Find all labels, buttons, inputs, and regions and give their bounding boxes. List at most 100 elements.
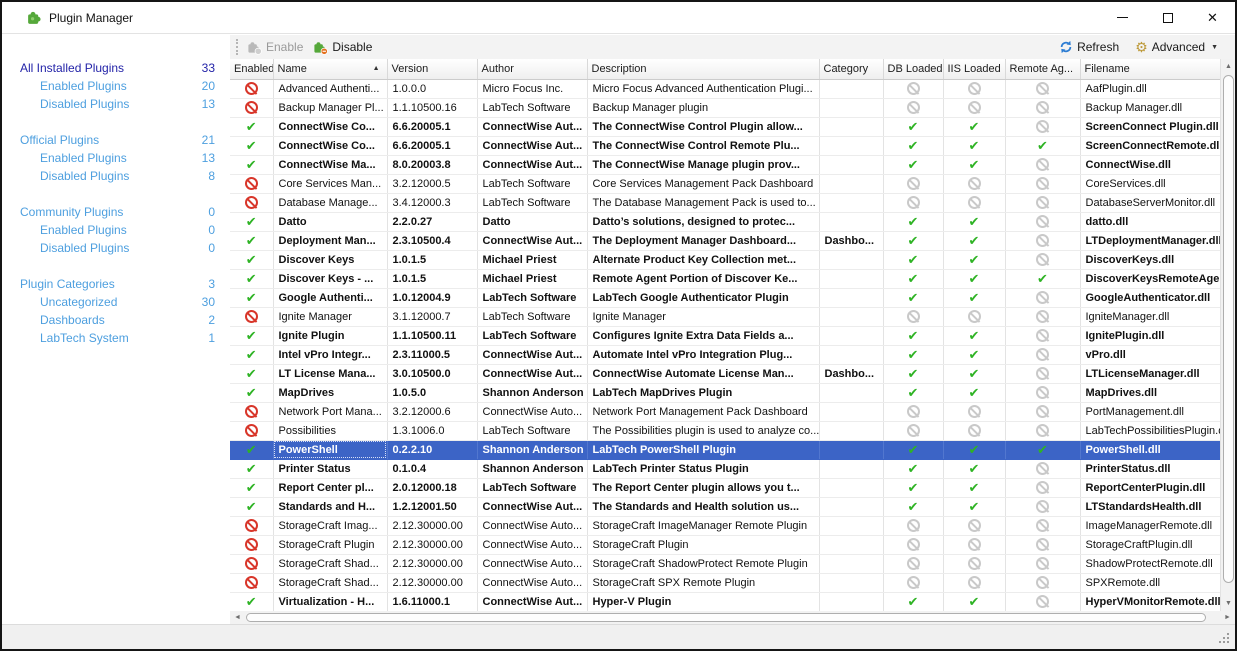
vertical-scrollbar[interactable]: ▲ ▼: [1220, 59, 1235, 611]
iis-loaded-cell: ✔: [943, 250, 1005, 269]
column-header-version[interactable]: Version: [387, 59, 477, 79]
scroll-down-button[interactable]: ▼: [1221, 596, 1236, 611]
table-row[interactable]: Ignite Manager3.1.12000.7LabTech Softwar…: [230, 307, 1220, 326]
plugin-filename: LTLicenseManager.dll: [1080, 364, 1220, 383]
sidebar-item-labtech-system[interactable]: LabTech System 1: [2, 329, 230, 347]
sidebar-item-enabled-plugins[interactable]: Enabled Plugins20: [2, 77, 230, 95]
column-header-description[interactable]: Description: [587, 59, 819, 79]
scroll-right-button[interactable]: ►: [1220, 611, 1235, 624]
vertical-scroll-thumb[interactable]: [1223, 75, 1234, 583]
table-row[interactable]: ✔PowerShell0.2.2.10Shannon AndersonLabTe…: [230, 440, 1220, 459]
plugin-version: 2.12.30000.00: [387, 516, 477, 535]
column-header-category[interactable]: Category: [819, 59, 883, 79]
table-row[interactable]: ✔ConnectWise Co...6.6.20005.1ConnectWise…: [230, 136, 1220, 155]
sidebar-item-count: 8: [208, 167, 215, 185]
plugin-description: LabTech PowerShell Plugin: [587, 440, 819, 459]
db-not-loaded-icon: [907, 196, 920, 209]
db-loaded-cell: ✔: [883, 364, 943, 383]
db-loaded-cell: ✔: [883, 288, 943, 307]
column-header-remote-ag-[interactable]: Remote Ag...: [1005, 59, 1080, 79]
refresh-button[interactable]: Refresh: [1056, 38, 1126, 56]
resize-grip[interactable]: [1219, 633, 1231, 645]
horizontal-scroll-thumb[interactable]: [246, 613, 1206, 622]
sidebar-item-disabled-plugins[interactable]: Disabled Plugins0: [2, 239, 230, 257]
db-not-loaded-icon: [907, 576, 920, 589]
table-row[interactable]: ✔Discover Keys - ...1.0.1.5Michael Pries…: [230, 269, 1220, 288]
remote-agent-cell: [1005, 535, 1080, 554]
remote-agent-not-loaded-icon: [1036, 101, 1049, 114]
iis-loaded-cell: [943, 402, 1005, 421]
enable-button[interactable]: Enable: [244, 38, 310, 57]
column-header-filename[interactable]: Filename: [1080, 59, 1220, 79]
table-row[interactable]: ✔Printer Status0.1.0.4Shannon AndersonLa…: [230, 459, 1220, 478]
table-row[interactable]: ✔ConnectWise Ma...8.0.20003.8ConnectWise…: [230, 155, 1220, 174]
plugin-filename: LabTechPossibilitiesPlugin.dll: [1080, 421, 1220, 440]
sidebar-item-dashboards[interactable]: Dashboards2: [2, 311, 230, 329]
advanced-button[interactable]: ⚙ Advanced ▼: [1132, 38, 1225, 56]
table-row[interactable]: StorageCraft Shad...2.12.30000.00Connect…: [230, 573, 1220, 592]
sidebar-item-disabled-plugins[interactable]: Disabled Plugins8: [2, 167, 230, 185]
iis-loaded-check-icon: ✔: [969, 290, 980, 305]
enabled-check-icon: ✔: [246, 366, 257, 381]
minimize-button[interactable]: [1100, 2, 1145, 33]
plugin-filename: PrinterStatus.dll: [1080, 459, 1220, 478]
table-row[interactable]: Advanced Authenti...1.0.0.0Micro Focus I…: [230, 79, 1220, 98]
dropdown-caret-icon: ▼: [1211, 44, 1218, 51]
column-header-author[interactable]: Author: [477, 59, 587, 79]
sidebar-item-enabled-plugins[interactable]: Enabled Plugins13: [2, 149, 230, 167]
close-button[interactable]: ✕: [1190, 2, 1235, 33]
table-row[interactable]: ✔Datto2.2.0.27DattoDatto’s solutions, de…: [230, 212, 1220, 231]
table-row[interactable]: ✔Standards and H...1.2.12001.50ConnectWi…: [230, 497, 1220, 516]
table-row[interactable]: Backup Manager Pl...1.1.10500.16LabTech …: [230, 98, 1220, 117]
enabled-cell: [230, 79, 273, 98]
scroll-up-button[interactable]: ▲: [1221, 59, 1236, 74]
column-header-iis-loaded[interactable]: IIS Loaded: [943, 59, 1005, 79]
plugin-description: Network Port Management Pack Dashboard: [587, 402, 819, 421]
plugin-author: LabTech Software: [477, 288, 587, 307]
table-row[interactable]: StorageCraft Plugin2.12.30000.00ConnectW…: [230, 535, 1220, 554]
table-row[interactable]: ✔Deployment Man...2.3.10500.4ConnectWise…: [230, 231, 1220, 250]
table-row[interactable]: ✔Virtualization - H...1.6.11000.1Connect…: [230, 592, 1220, 611]
sidebar-item-uncategorized[interactable]: Uncategorized30: [2, 293, 230, 311]
sidebar-item-label: LabTech System: [40, 329, 129, 347]
column-header-enabled[interactable]: Enabled: [230, 59, 273, 79]
table-row[interactable]: Network Port Mana...3.2.12000.6ConnectWi…: [230, 402, 1220, 421]
table-row[interactable]: StorageCraft Imag...2.12.30000.00Connect…: [230, 516, 1220, 535]
table-row[interactable]: Possibilities1.3.1006.0LabTech SoftwareT…: [230, 421, 1220, 440]
iis-loaded-check-icon: ✔: [969, 214, 980, 229]
sidebar-item-all-installed-plugins[interactable]: All Installed Plugins33: [2, 59, 230, 77]
maximize-button[interactable]: [1145, 2, 1190, 33]
iis-not-loaded-icon: [968, 196, 981, 209]
remote-agent-not-loaded-icon: [1036, 310, 1049, 323]
table-row[interactable]: ✔ConnectWise Co...6.6.20005.1ConnectWise…: [230, 117, 1220, 136]
table-row[interactable]: ✔Intel vPro Integr...2.3.11000.5ConnectW…: [230, 345, 1220, 364]
sidebar-item-community-plugins[interactable]: Community Plugins0: [2, 203, 230, 221]
sidebar-item-official-plugins[interactable]: Official Plugins21: [2, 131, 230, 149]
disable-button[interactable]: Disable: [310, 38, 379, 57]
enabled-check-icon: ✔: [246, 442, 257, 457]
iis-loaded-cell: [943, 421, 1005, 440]
iis-loaded-cell: ✔: [943, 364, 1005, 383]
column-header-name[interactable]: Name▲: [273, 59, 387, 79]
table-row[interactable]: ✔Report Center pl...2.0.12000.18LabTech …: [230, 478, 1220, 497]
sidebar-item-count: 13: [202, 149, 215, 167]
scroll-left-button[interactable]: ◄: [230, 611, 245, 624]
sidebar-item-enabled-plugins[interactable]: Enabled Plugins0: [2, 221, 230, 239]
sidebar-item-plugin-categories[interactable]: Plugin Categories3: [2, 275, 230, 293]
table-row[interactable]: ✔Google Authenti...1.0.12004.9LabTech So…: [230, 288, 1220, 307]
table-row[interactable]: Core Services Man...3.2.12000.5LabTech S…: [230, 174, 1220, 193]
db-loaded-cell: [883, 174, 943, 193]
sidebar-item-disabled-plugins[interactable]: Disabled Plugins13: [2, 95, 230, 113]
table-row[interactable]: ✔MapDrives1.0.5.0Shannon AndersonLabTech…: [230, 383, 1220, 402]
toolbar-grip[interactable]: [236, 39, 238, 55]
table-row[interactable]: StorageCraft Shad...2.12.30000.00Connect…: [230, 554, 1220, 573]
table-row[interactable]: ✔LT License Mana...3.0.10500.0ConnectWis…: [230, 364, 1220, 383]
sidebar-item-count: 1: [208, 329, 215, 347]
table-row[interactable]: ✔Discover Keys1.0.1.5Michael PriestAlter…: [230, 250, 1220, 269]
column-header-db-loaded[interactable]: DB Loaded: [883, 59, 943, 79]
table-row[interactable]: ✔Ignite Plugin1.1.10500.11LabTech Softwa…: [230, 326, 1220, 345]
plugin-name: Ignite Manager: [273, 307, 387, 326]
remote-agent-not-loaded-icon: [1036, 82, 1049, 95]
table-row[interactable]: Database Manage...3.4.12000.3LabTech Sof…: [230, 193, 1220, 212]
horizontal-scrollbar[interactable]: ◄ ►: [230, 611, 1235, 624]
